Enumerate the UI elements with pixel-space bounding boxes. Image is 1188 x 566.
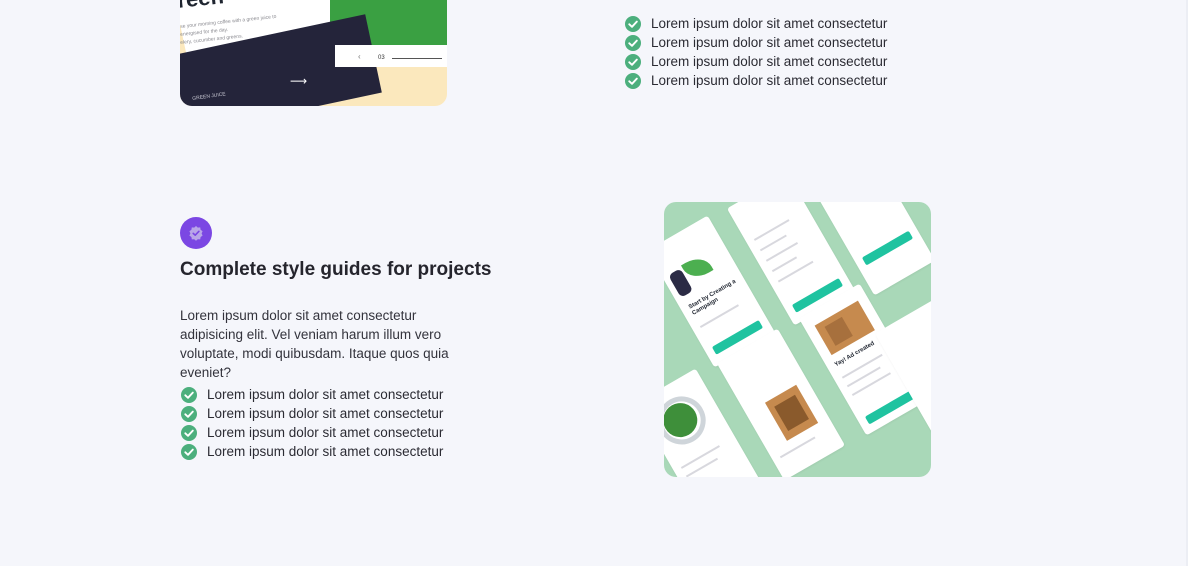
list-item: Lorem ipsum dolor sit amet consectetur (625, 52, 887, 71)
mockup-text-line (851, 372, 891, 396)
mockup-text-line (680, 445, 720, 469)
style-guide-mockup-image: Start by Creating a Campaign Yay! Ad cre… (664, 202, 931, 477)
list-item-text: Lorem ipsum dolor sit amet consectetur (207, 387, 444, 402)
badge-check-icon (180, 217, 212, 249)
check-circle-icon (625, 34, 641, 51)
list-item-text: Lorem ipsum dolor sit amet consectetur (207, 425, 444, 440)
mockup-text-line (771, 256, 798, 273)
feature-description: Lorem ipsum dolor sit amet consectetur a… (180, 308, 449, 380)
feature-check-list: Lorem ipsum dolor sit amet consectetur L… (181, 385, 443, 461)
chevron-left-icon: ‹ (358, 52, 361, 61)
list-item-text: Lorem ipsum dolor sit amet consectetur (651, 16, 888, 31)
list-item: Lorem ipsum dolor sit amet consectetur (181, 442, 443, 461)
list-item: Lorem ipsum dolor sit amet consectetur (625, 14, 887, 33)
list-item-text: Lorem ipsum dolor sit amet consectetur (651, 54, 888, 69)
list-item-text: Lorem ipsum dolor sit amet consectetur (207, 444, 444, 459)
list-item: Lorem ipsum dolor sit amet consectetur (625, 71, 887, 90)
check-circle-icon (625, 15, 641, 32)
list-item-text: Lorem ipsum dolor sit amet consectetur (651, 35, 888, 50)
list-item-text: Lorem ipsum dolor sit amet consectetur (207, 406, 444, 421)
mockup-pager-line (392, 58, 442, 59)
check-circle-icon (181, 443, 197, 460)
mockup-pager-panel (335, 45, 447, 67)
mockup-cta-bar (861, 230, 914, 266)
check-circle-icon (181, 386, 197, 403)
top-feature-list: Lorem ipsum dolor sit amet consectetur L… (625, 14, 887, 90)
mockup-text-line (779, 436, 816, 459)
list-item: Lorem ipsum dolor sit amet consectetur (181, 385, 443, 404)
check-circle-icon (181, 405, 197, 422)
arrow-right-icon: ⟶ (290, 74, 308, 88)
juice-mockup-image: reen se your morning coffee with a green… (180, 0, 447, 106)
feature-title: Complete style guides for projects (180, 259, 492, 280)
mockup-cta-bar (864, 389, 917, 425)
list-item-text: Lorem ipsum dolor sit amet consectetur (651, 73, 888, 88)
check-circle-icon (181, 424, 197, 441)
list-item: Lorem ipsum dolor sit amet consectetur (181, 404, 443, 423)
mockup-phone-title: Start by Creating a Campaign (687, 278, 738, 317)
list-item: Lorem ipsum dolor sit amet consectetur (625, 33, 887, 52)
check-circle-icon (625, 72, 641, 89)
list-item: Lorem ipsum dolor sit amet consectetur (181, 423, 443, 442)
mockup-page-number: 03 (378, 55, 385, 61)
check-circle-icon (625, 53, 641, 70)
